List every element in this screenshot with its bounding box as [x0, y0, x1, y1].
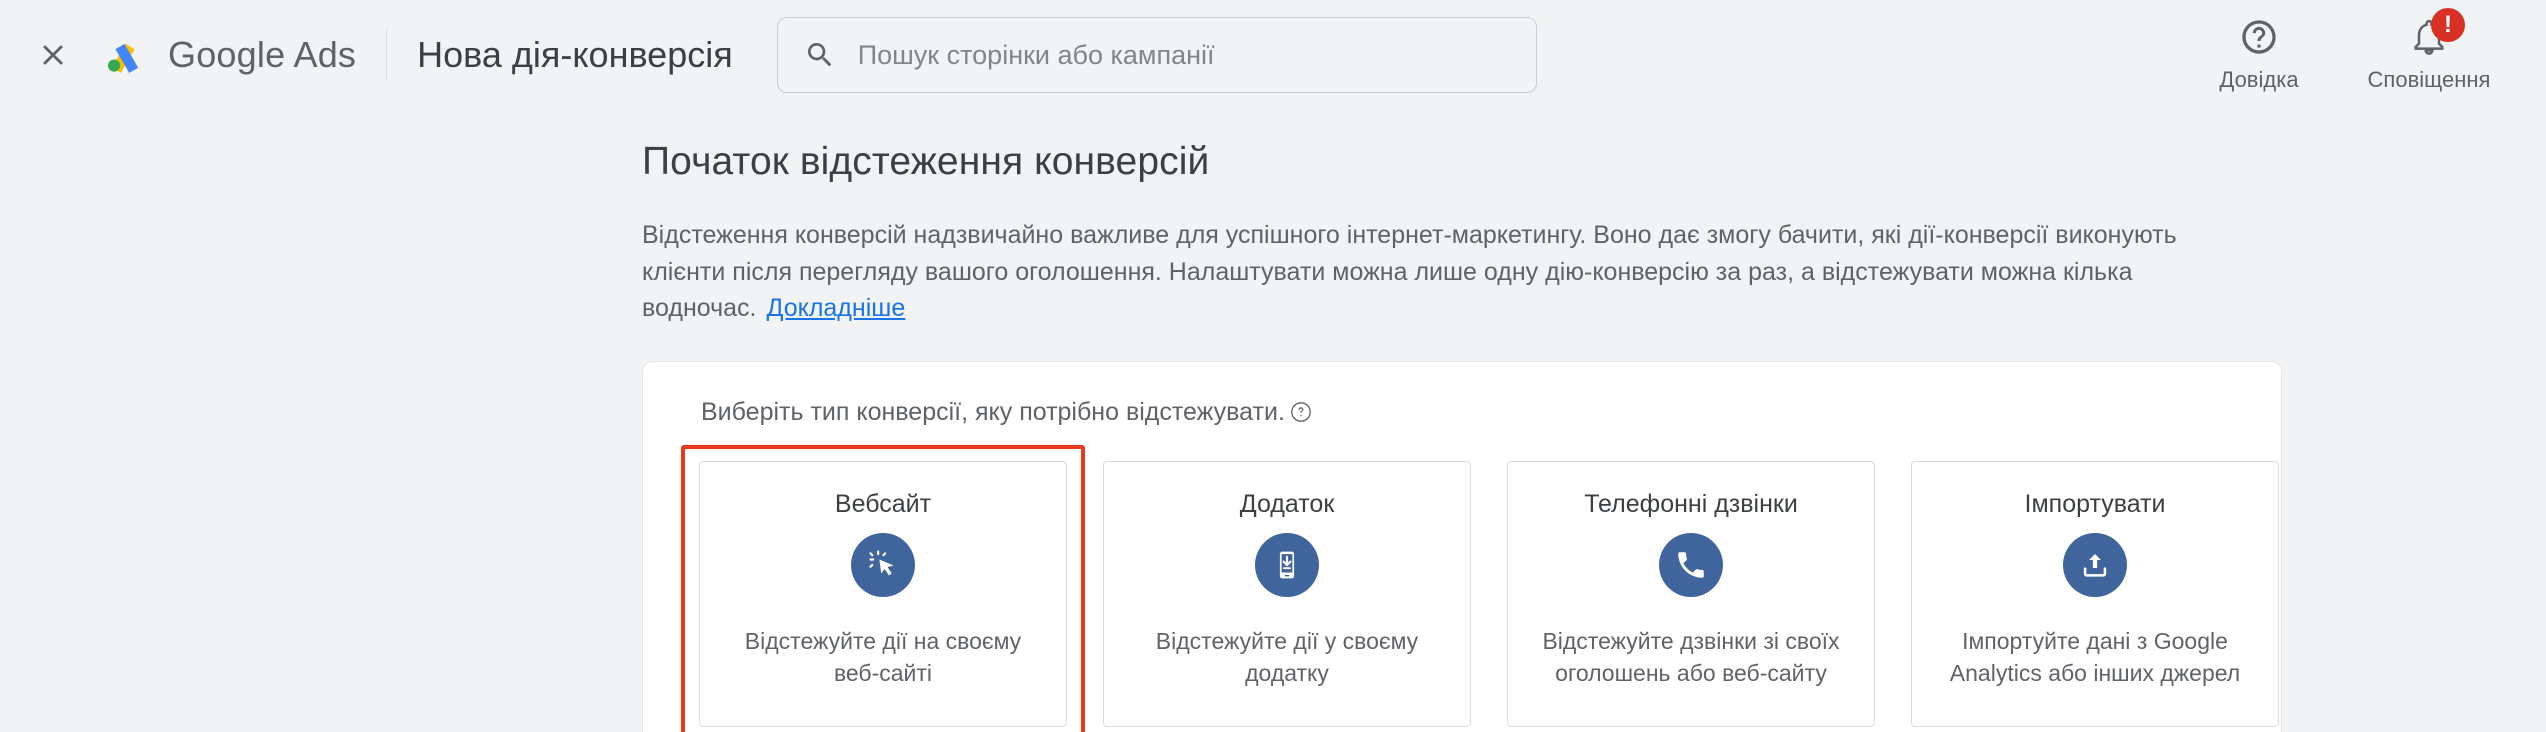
close-button[interactable] — [26, 28, 80, 82]
conversion-card-import[interactable]: Імпортувати Імпортуйте дані з Google Ana… — [1911, 460, 2279, 727]
panel-help-icon[interactable] — [1289, 400, 1313, 424]
card-description: Відстежуйте дії на своєму веб-сайті — [744, 627, 1022, 687]
section-heading: Початок відстеження конверсій — [642, 140, 1210, 183]
card-title: Телефонні дзвінки — [1584, 489, 1798, 518]
help-label: Довідка — [2219, 66, 2299, 92]
notifications-button[interactable]: ! Сповіщення — [2364, 7, 2494, 93]
card-slot-app: Додаток Відстежуйте дії у своєму додатку — [1085, 445, 1489, 732]
main-content: Початок відстеження конверсій Відстеженн… — [0, 110, 2546, 732]
upload-icon — [2063, 532, 2127, 597]
intro-paragraph: Відстеження конверсій надзвичайно важлив… — [642, 217, 2262, 327]
panel-instruction: Виберіть тип конверсії, яку потрібно від… — [701, 398, 2243, 427]
card-title: Вебсайт — [834, 489, 932, 518]
click-cursor-icon — [851, 532, 915, 597]
conversion-card-phone-calls[interactable]: Телефонні дзвінки Відстежуйте дзвінки зі… — [1507, 460, 1875, 727]
conversion-type-card-list: Вебсайт Відстежуйте дії на своєму веб-са… — [681, 444, 2279, 732]
help-icon — [2239, 17, 2279, 62]
close-icon — [36, 38, 70, 72]
brand-label: Google Ads — [168, 34, 357, 75]
card-slot-import: Імпортувати Імпортуйте дані з Google Ana… — [1893, 445, 2297, 732]
notifications-label: Сповіщення — [2367, 66, 2491, 92]
card-description: Відстежуйте дії у своєму додатку — [1155, 627, 1419, 687]
panel-instruction-text: Виберіть тип конверсії, яку потрібно від… — [701, 397, 1285, 426]
card-description: Імпортуйте дані з Google Analytics або і… — [1949, 627, 2241, 687]
phone-call-icon — [1659, 532, 1723, 597]
header-divider — [386, 29, 388, 81]
mobile-download-icon — [1255, 532, 1319, 597]
page-title: Нова дія-конверсія — [417, 34, 733, 75]
card-slot-phone-calls: Телефонні дзвінки Відстежуйте дзвінки зі… — [1489, 445, 1893, 732]
card-title: Додаток — [1239, 489, 1335, 518]
card-slot-website: Вебсайт Відстежуйте дії на своєму веб-са… — [681, 444, 1085, 732]
learn-more-link[interactable]: Докладніше — [766, 294, 905, 322]
search-icon — [804, 39, 836, 71]
conversion-card-app[interactable]: Додаток Відстежуйте дії у своєму додатку — [1103, 460, 1471, 727]
conversion-card-website[interactable]: Вебсайт Відстежуйте дії на своєму веб-са… — [699, 460, 1067, 727]
top-app-bar: Google Ads Нова дія-конверсія Довідка — [0, 0, 2546, 110]
help-button[interactable]: Довідка — [2194, 18, 2324, 93]
top-bar-actions: Довідка ! Сповіщення — [2194, 7, 2512, 93]
card-title: Імпортувати — [2024, 489, 2166, 518]
google-ads-brand[interactable]: Google Ads — [98, 28, 356, 82]
google-ads-logo-icon — [98, 28, 152, 82]
notification-badge: ! — [2431, 7, 2465, 42]
conversion-type-panel: Виберіть тип конверсії, яку потрібно від… — [642, 360, 2282, 732]
search-input[interactable] — [857, 39, 1510, 71]
card-description: Відстежуйте дзвінки зі своїх оголошень а… — [1542, 627, 1840, 687]
search-box[interactable] — [776, 17, 1537, 93]
